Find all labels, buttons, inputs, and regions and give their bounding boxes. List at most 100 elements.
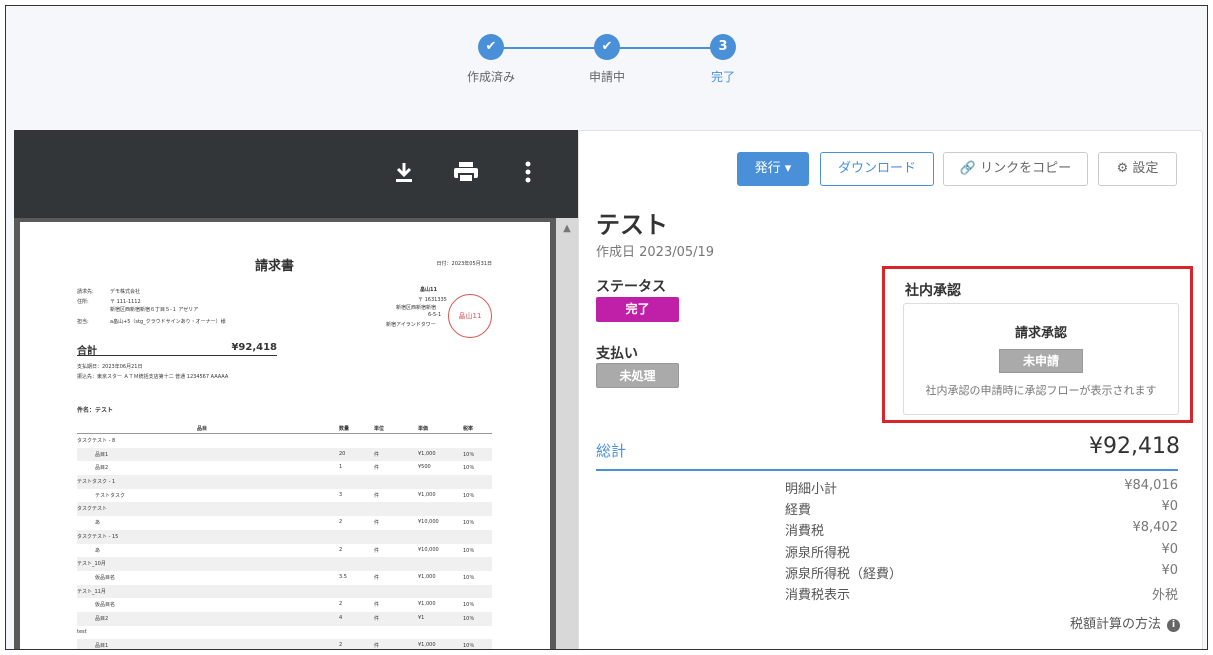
table-row: 仮品目名 3.5 件 ¥1,000 10％ xyxy=(77,571,492,585)
summary-row-label: 源泉所得税（経費） xyxy=(785,566,903,582)
invoice-document: 請求書 日付：2023年05月31日 請求先: デモ株式会社 住所: 〒 111… xyxy=(20,222,550,650)
cell-qty: 2 xyxy=(339,601,343,608)
issue-button[interactable]: 発行 ▾ xyxy=(737,152,809,186)
table-group-row: タスクテスト - 15 xyxy=(77,529,492,544)
status-label: ステータス xyxy=(596,279,666,295)
info-icon[interactable]: i xyxy=(1167,619,1180,632)
doc-total: 合計 ¥92,418 xyxy=(77,340,277,357)
items-table: 品目 数量 単位 単価 税率 タスクテスト - 8 品目1 20 件 ¥1,000 10％… xyxy=(77,422,492,650)
download-icon[interactable] xyxy=(389,160,419,190)
table-row: あ 2 件 ¥10,000 10％ xyxy=(77,516,492,530)
cell-tax: 10％ xyxy=(463,465,475,472)
summary-row: 源泉所得税（経費） ¥0 xyxy=(785,563,1178,584)
cell-name: あ xyxy=(95,547,101,554)
to-label: 請求先: xyxy=(77,289,94,295)
issuer-zip: 〒 1631335 xyxy=(418,297,447,303)
summary-row-label: 明細小計 xyxy=(785,482,838,497)
table-row: 品目2 4 件 ¥1 10％ xyxy=(77,611,492,626)
summary-row-value: ¥0 xyxy=(1161,541,1178,557)
company-stamp: 畠山11 xyxy=(448,294,492,338)
attn-value: a畠山+5（stg_クラウドサインあり・オーナー）様 xyxy=(110,319,226,325)
cell-name: タスクテスト - 8 xyxy=(77,438,116,444)
cell-name: テストタスク - 1 xyxy=(77,479,116,486)
cell-name: 品目2 xyxy=(95,615,109,622)
cell-qty: 3 xyxy=(339,491,343,498)
cell-tax: 10％ xyxy=(463,643,475,650)
invoice-title: テスト xyxy=(596,211,668,239)
scroll-up-icon[interactable]: ▲ xyxy=(556,218,578,240)
cell-name: テスト_10月 xyxy=(77,561,106,568)
cell-tax: 10％ xyxy=(463,520,475,527)
step-number: 3 xyxy=(710,34,736,60)
cell-tax: 10％ xyxy=(463,602,475,609)
approval-card: 請求承認 未申請 社内承認の申請時に承認フローが表示されます xyxy=(903,303,1179,415)
copy-link-button[interactable]: 🔗 リンクをコピー xyxy=(943,152,1088,186)
table-group-row: test xyxy=(77,626,492,640)
summary-row-value: ¥84,016 xyxy=(1124,478,1178,493)
issuer-addr3: 新宿アイランドタワー xyxy=(386,322,436,328)
table-row: あ 2 件 ¥10,000 10％ xyxy=(77,544,492,558)
cell-name: あ xyxy=(95,520,101,527)
cell-price: ¥1,000 xyxy=(418,450,436,457)
table-row: 品目1 20 件 ¥1,000 10％ xyxy=(77,447,492,462)
cell-price: ¥500 xyxy=(418,464,431,471)
summary-row: 源泉所得税 ¥0 xyxy=(785,542,1178,563)
cell-unit: 件 xyxy=(374,574,380,581)
cell-unit: 件 xyxy=(374,602,380,609)
cell-name: テスト_11月 xyxy=(77,588,106,595)
summary-total: ¥92,418 xyxy=(1089,434,1180,459)
summary-row: 消費税表示 外税 xyxy=(785,584,1178,605)
summary-row: 消費税 ¥8,402 xyxy=(785,520,1178,541)
doc-due: 支払期日：2023年06月21日 xyxy=(77,364,143,370)
col-unit: 単位 xyxy=(374,426,385,432)
internal-approval-section: 社内承認 請求承認 未申請 社内承認の申請時に承認フローが表示されます xyxy=(882,266,1193,423)
step-complete: 3 完了 xyxy=(663,34,783,85)
cell-qty: 1 xyxy=(339,464,343,471)
cell-name: 仮品目名 xyxy=(95,574,116,581)
cell-qty: 20 xyxy=(339,450,346,457)
addr-value: 〒 111-1112 xyxy=(110,299,141,305)
doc-subject: 件名：テスト xyxy=(77,407,114,414)
cell-price: ¥1,000 xyxy=(418,573,436,580)
more-vert-icon[interactable] xyxy=(513,160,543,190)
cell-tax: 10％ xyxy=(463,547,475,554)
issuer-addr1: 新宿区西新宿新宿 xyxy=(396,305,437,311)
payment-badge[interactable]: 未処理 xyxy=(596,363,679,388)
payment-label: 支払い xyxy=(596,346,638,362)
check-icon: ✔ xyxy=(478,34,504,60)
cell-tax: 10％ xyxy=(463,451,475,458)
cell-unit: 件 xyxy=(374,492,380,499)
issuer-name: 畠山11 xyxy=(420,287,437,293)
cell-name: タスクテスト - 15 xyxy=(77,533,119,540)
step-label: 作成済み xyxy=(466,70,515,84)
doc-date: 日付：2023年05月31日 xyxy=(436,261,492,267)
summary-row-label: 源泉所得税 xyxy=(785,545,851,561)
cell-price: ¥10,000 xyxy=(418,546,439,553)
approval-status-badge: 未申請 xyxy=(999,349,1083,373)
summary-row-label: 消費税 xyxy=(785,524,825,540)
print-icon[interactable] xyxy=(451,160,481,190)
viewer-scrollbar[interactable]: ▲ xyxy=(556,218,578,649)
cell-unit: 件 xyxy=(374,643,380,650)
cell-price: ¥1,000 xyxy=(418,601,436,608)
approval-note: 社内承認の申請時に承認フローが表示されます xyxy=(925,384,1157,397)
tax-method-link[interactable]: 税額計算の方法 i xyxy=(1070,613,1180,632)
invoice-page: 請求書 日付：2023年05月31日 請求先: デモ株式会社 住所: 〒 111… xyxy=(20,222,550,650)
step-label: 完了 xyxy=(710,70,735,84)
col-item: 品目 xyxy=(197,426,208,432)
cell-name: タスクテスト xyxy=(77,506,108,513)
cell-name: test xyxy=(77,628,87,635)
table-body: タスクテスト - 8 品目1 20 件 ¥1,000 10％ 品目2 1 件 ¥500 10％ テスト… xyxy=(77,434,492,650)
app-frame: ✔ 作成済み ✔ 申請中 3 完了 請求書 日付：2023年05月31日 請求先… xyxy=(5,5,1208,650)
cell-tax: 10％ xyxy=(463,615,475,622)
col-tax: 税率 xyxy=(463,426,474,432)
cell-name: 品目2 xyxy=(95,465,109,472)
cell-qty: 2 xyxy=(339,546,343,553)
cell-name: テストタスク xyxy=(95,492,126,499)
download-button[interactable]: ダウンロード xyxy=(820,152,934,186)
settings-button[interactable]: ⚙ 設定 xyxy=(1098,152,1177,186)
status-badge: 完了 xyxy=(596,297,679,322)
col-qty: 数量 xyxy=(339,426,350,432)
cell-qty: 2 xyxy=(339,519,343,526)
table-row: 仮品目名 2 件 ¥1,000 10％ xyxy=(77,598,492,612)
